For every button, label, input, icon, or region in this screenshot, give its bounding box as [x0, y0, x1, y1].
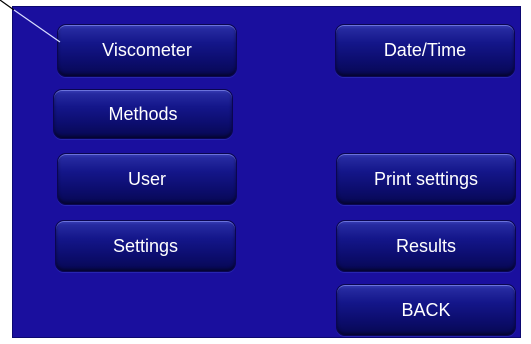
- results-button[interactable]: Results: [336, 220, 516, 272]
- methods-button-label: Methods: [108, 103, 178, 124]
- settings-button-label: Settings: [112, 235, 179, 256]
- date-time-button-label: Date/Time: [383, 40, 467, 60]
- methods-button[interactable]: Methods: [53, 89, 233, 139]
- user-button[interactable]: User: [57, 153, 237, 205]
- date-time-button[interactable]: Date/Time: [335, 24, 515, 77]
- back-button[interactable]: BACK: [336, 284, 516, 336]
- main-menu-screen: Viscometer Methods User Settings Date/Ti…: [12, 6, 521, 338]
- viscometer-button[interactable]: Viscometer: [57, 24, 237, 77]
- print-settings-button-label: Print settings: [373, 168, 479, 189]
- viscometer-button-label: Viscometer: [102, 40, 192, 60]
- settings-button[interactable]: Settings: [55, 220, 236, 272]
- user-button-label: User: [127, 168, 166, 189]
- back-button-label: BACK: [401, 299, 451, 320]
- results-button-label: Results: [395, 235, 457, 256]
- print-settings-button[interactable]: Print settings: [336, 153, 516, 205]
